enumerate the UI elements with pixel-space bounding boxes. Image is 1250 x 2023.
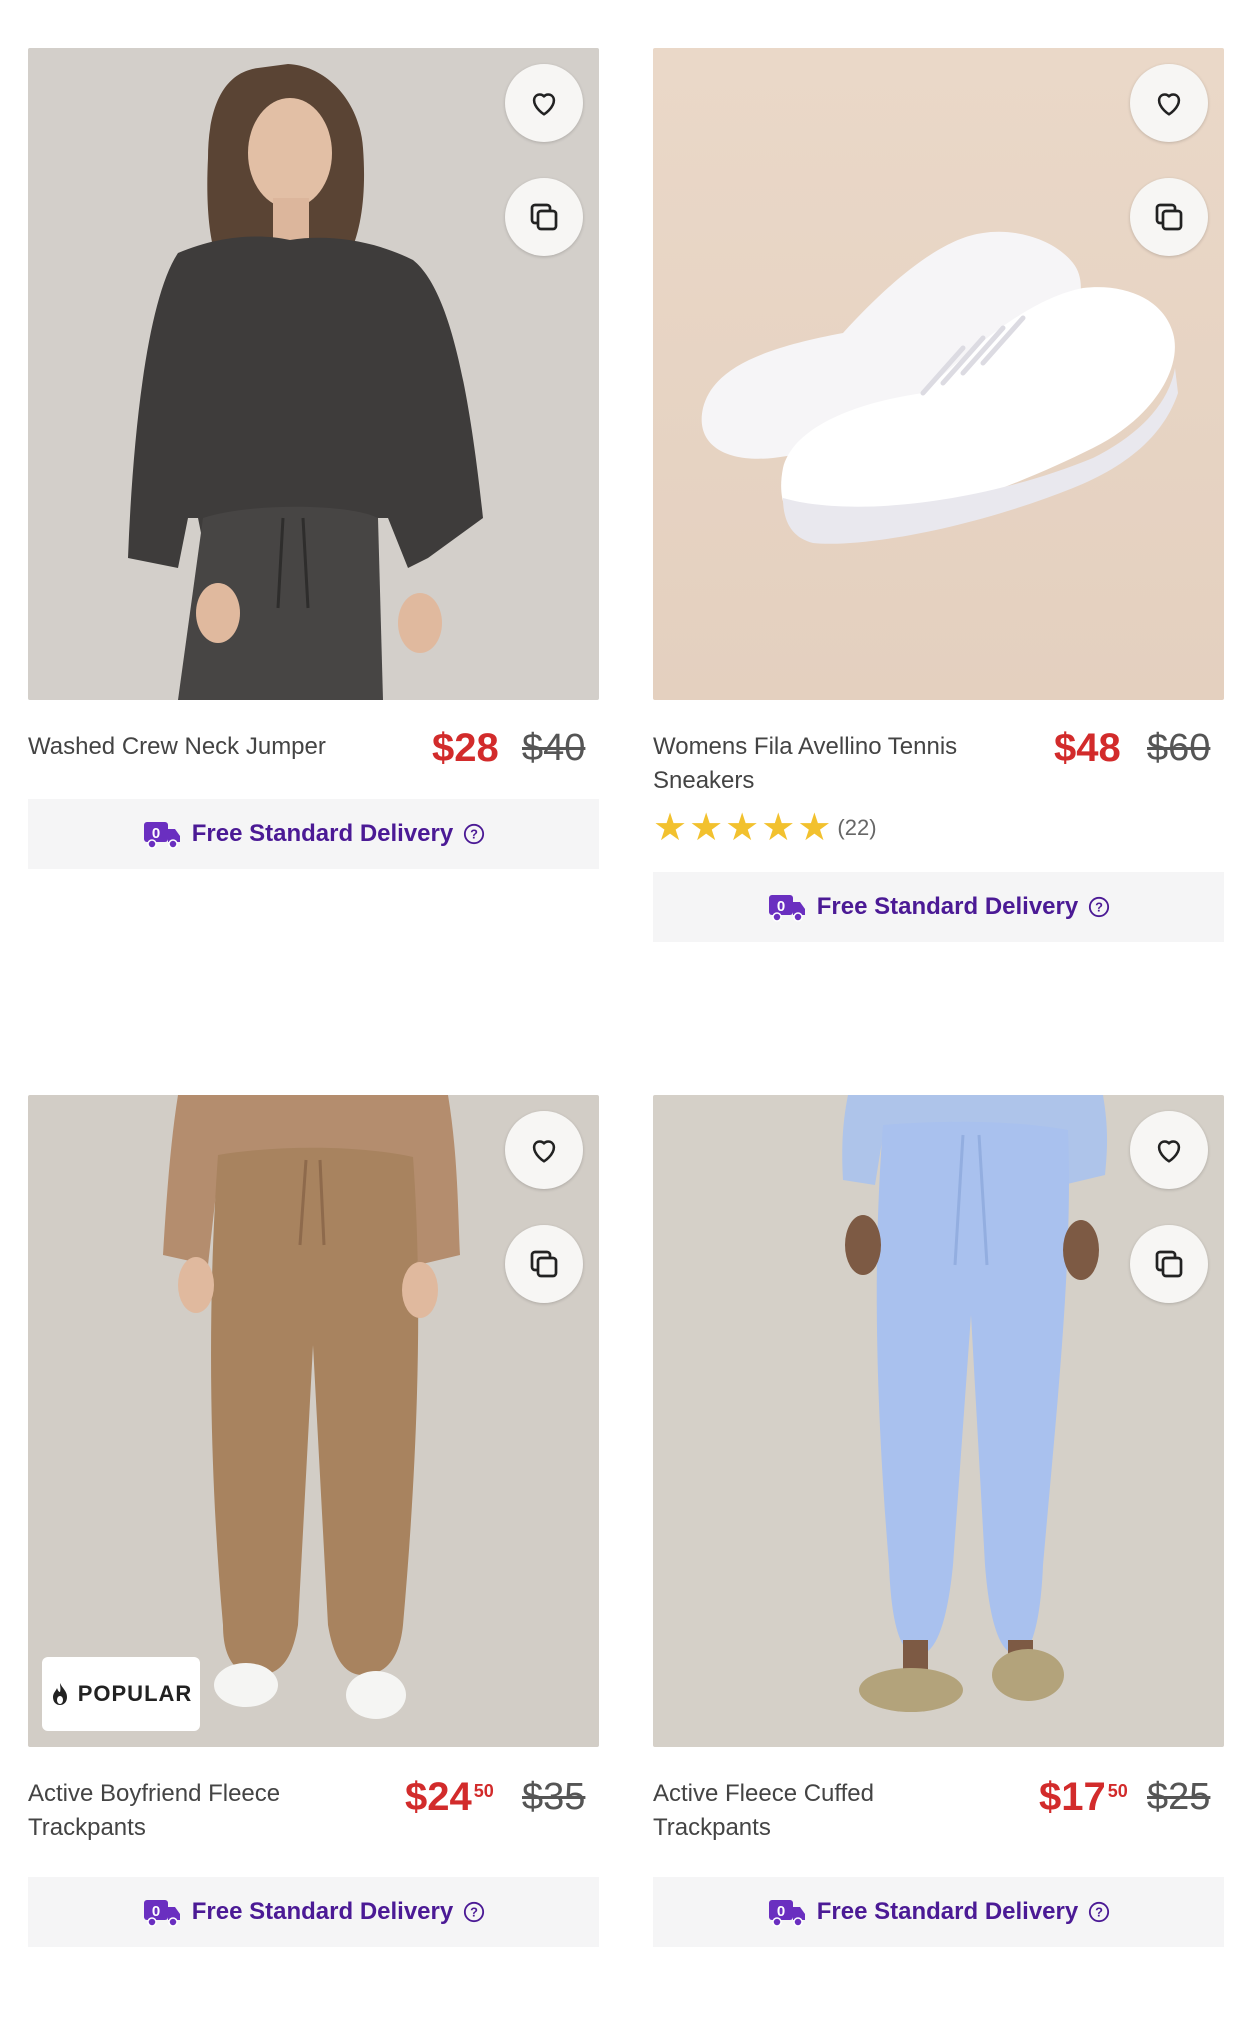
original-price: $60 xyxy=(1147,727,1211,769)
sale-price: $17 50 xyxy=(1039,1775,1128,1819)
flame-icon xyxy=(52,1683,67,1705)
star-icon: ★ xyxy=(797,807,832,849)
compare-button[interactable] xyxy=(1130,178,1208,256)
star-icon: ★ xyxy=(653,807,688,849)
original-price: $35 xyxy=(522,1776,586,1818)
delivery-label: Free Standard Delivery xyxy=(816,893,1079,920)
help-icon[interactable]: ? xyxy=(463,823,485,845)
svg-text:?: ? xyxy=(470,827,478,842)
delivery-truck-icon: 0 xyxy=(143,822,180,849)
heart-outline-icon xyxy=(1157,93,1181,116)
svg-text:0: 0 xyxy=(777,1903,785,1920)
product-image[interactable] xyxy=(28,48,599,700)
delivery-label: Free Standard Delivery xyxy=(816,1898,1079,1925)
favorite-button[interactable] xyxy=(505,64,583,142)
product-title[interactable]: Active Fleece Cuffed Trackpants xyxy=(653,1777,983,1845)
copy-icon xyxy=(1155,203,1183,231)
free-delivery-bar[interactable]: 0 Free Standard Delivery ? xyxy=(28,799,599,869)
heart-outline-icon xyxy=(1157,1140,1181,1163)
favorite-button[interactable] xyxy=(1130,64,1208,142)
product-title[interactable]: Womens Fila Avellino Tennis Sneakers xyxy=(653,730,983,798)
original-price: $40 xyxy=(522,727,586,769)
sale-price: $48 xyxy=(1054,726,1121,770)
svg-text:?: ? xyxy=(470,1905,478,1920)
product-title[interactable]: Active Boyfriend Fleece Trackpants xyxy=(28,1777,358,1845)
star-icon: ★ xyxy=(689,807,724,849)
sale-price: $24 50 xyxy=(405,1775,494,1819)
product-image[interactable]: POPULAR xyxy=(28,1095,599,1747)
copy-icon xyxy=(530,203,558,231)
help-icon[interactable]: ? xyxy=(1088,1901,1110,1923)
heart-outline-icon xyxy=(532,1140,556,1163)
star-icon: ★ xyxy=(725,807,760,849)
heart-outline-icon xyxy=(532,93,556,116)
help-icon[interactable]: ? xyxy=(463,1901,485,1923)
original-price: $25 xyxy=(1147,1776,1211,1818)
copy-icon xyxy=(530,1250,558,1278)
delivery-label: Free Standard Delivery xyxy=(191,1898,454,1925)
product-image[interactable] xyxy=(653,1095,1224,1747)
delivery-label: Free Standard Delivery xyxy=(191,820,454,847)
popular-badge: POPULAR xyxy=(42,1657,200,1731)
favorite-button[interactable] xyxy=(1130,1111,1208,1189)
compare-button[interactable] xyxy=(1130,1225,1208,1303)
free-delivery-bar[interactable]: 0 Free Standard Delivery ? xyxy=(653,872,1224,942)
svg-text:0: 0 xyxy=(152,825,160,842)
sale-price: $28 xyxy=(432,726,499,770)
svg-text:0: 0 xyxy=(777,898,785,915)
svg-text:?: ? xyxy=(1095,1905,1103,1920)
free-delivery-bar[interactable]: 0 Free Standard Delivery ? xyxy=(28,1877,599,1947)
compare-button[interactable] xyxy=(505,1225,583,1303)
rating-stars[interactable]: ★ ★ ★ ★ ★ (22) xyxy=(653,808,877,848)
rating-count: (22) xyxy=(837,815,877,840)
svg-text:?: ? xyxy=(1095,900,1103,915)
badge-label: POPULAR xyxy=(77,1681,193,1706)
free-delivery-bar[interactable]: 0 Free Standard Delivery ? xyxy=(653,1877,1224,1947)
svg-text:0: 0 xyxy=(152,1903,160,1920)
copy-icon xyxy=(1155,1250,1183,1278)
star-icon: ★ xyxy=(761,807,796,849)
product-title[interactable]: Washed Crew Neck Jumper xyxy=(28,730,358,764)
help-icon[interactable]: ? xyxy=(1088,896,1110,918)
favorite-button[interactable] xyxy=(505,1111,583,1189)
delivery-truck-icon: 0 xyxy=(768,1900,805,1927)
compare-button[interactable] xyxy=(505,178,583,256)
delivery-truck-icon: 0 xyxy=(768,895,805,922)
delivery-truck-icon: 0 xyxy=(143,1900,180,1927)
product-image[interactable] xyxy=(653,48,1224,700)
